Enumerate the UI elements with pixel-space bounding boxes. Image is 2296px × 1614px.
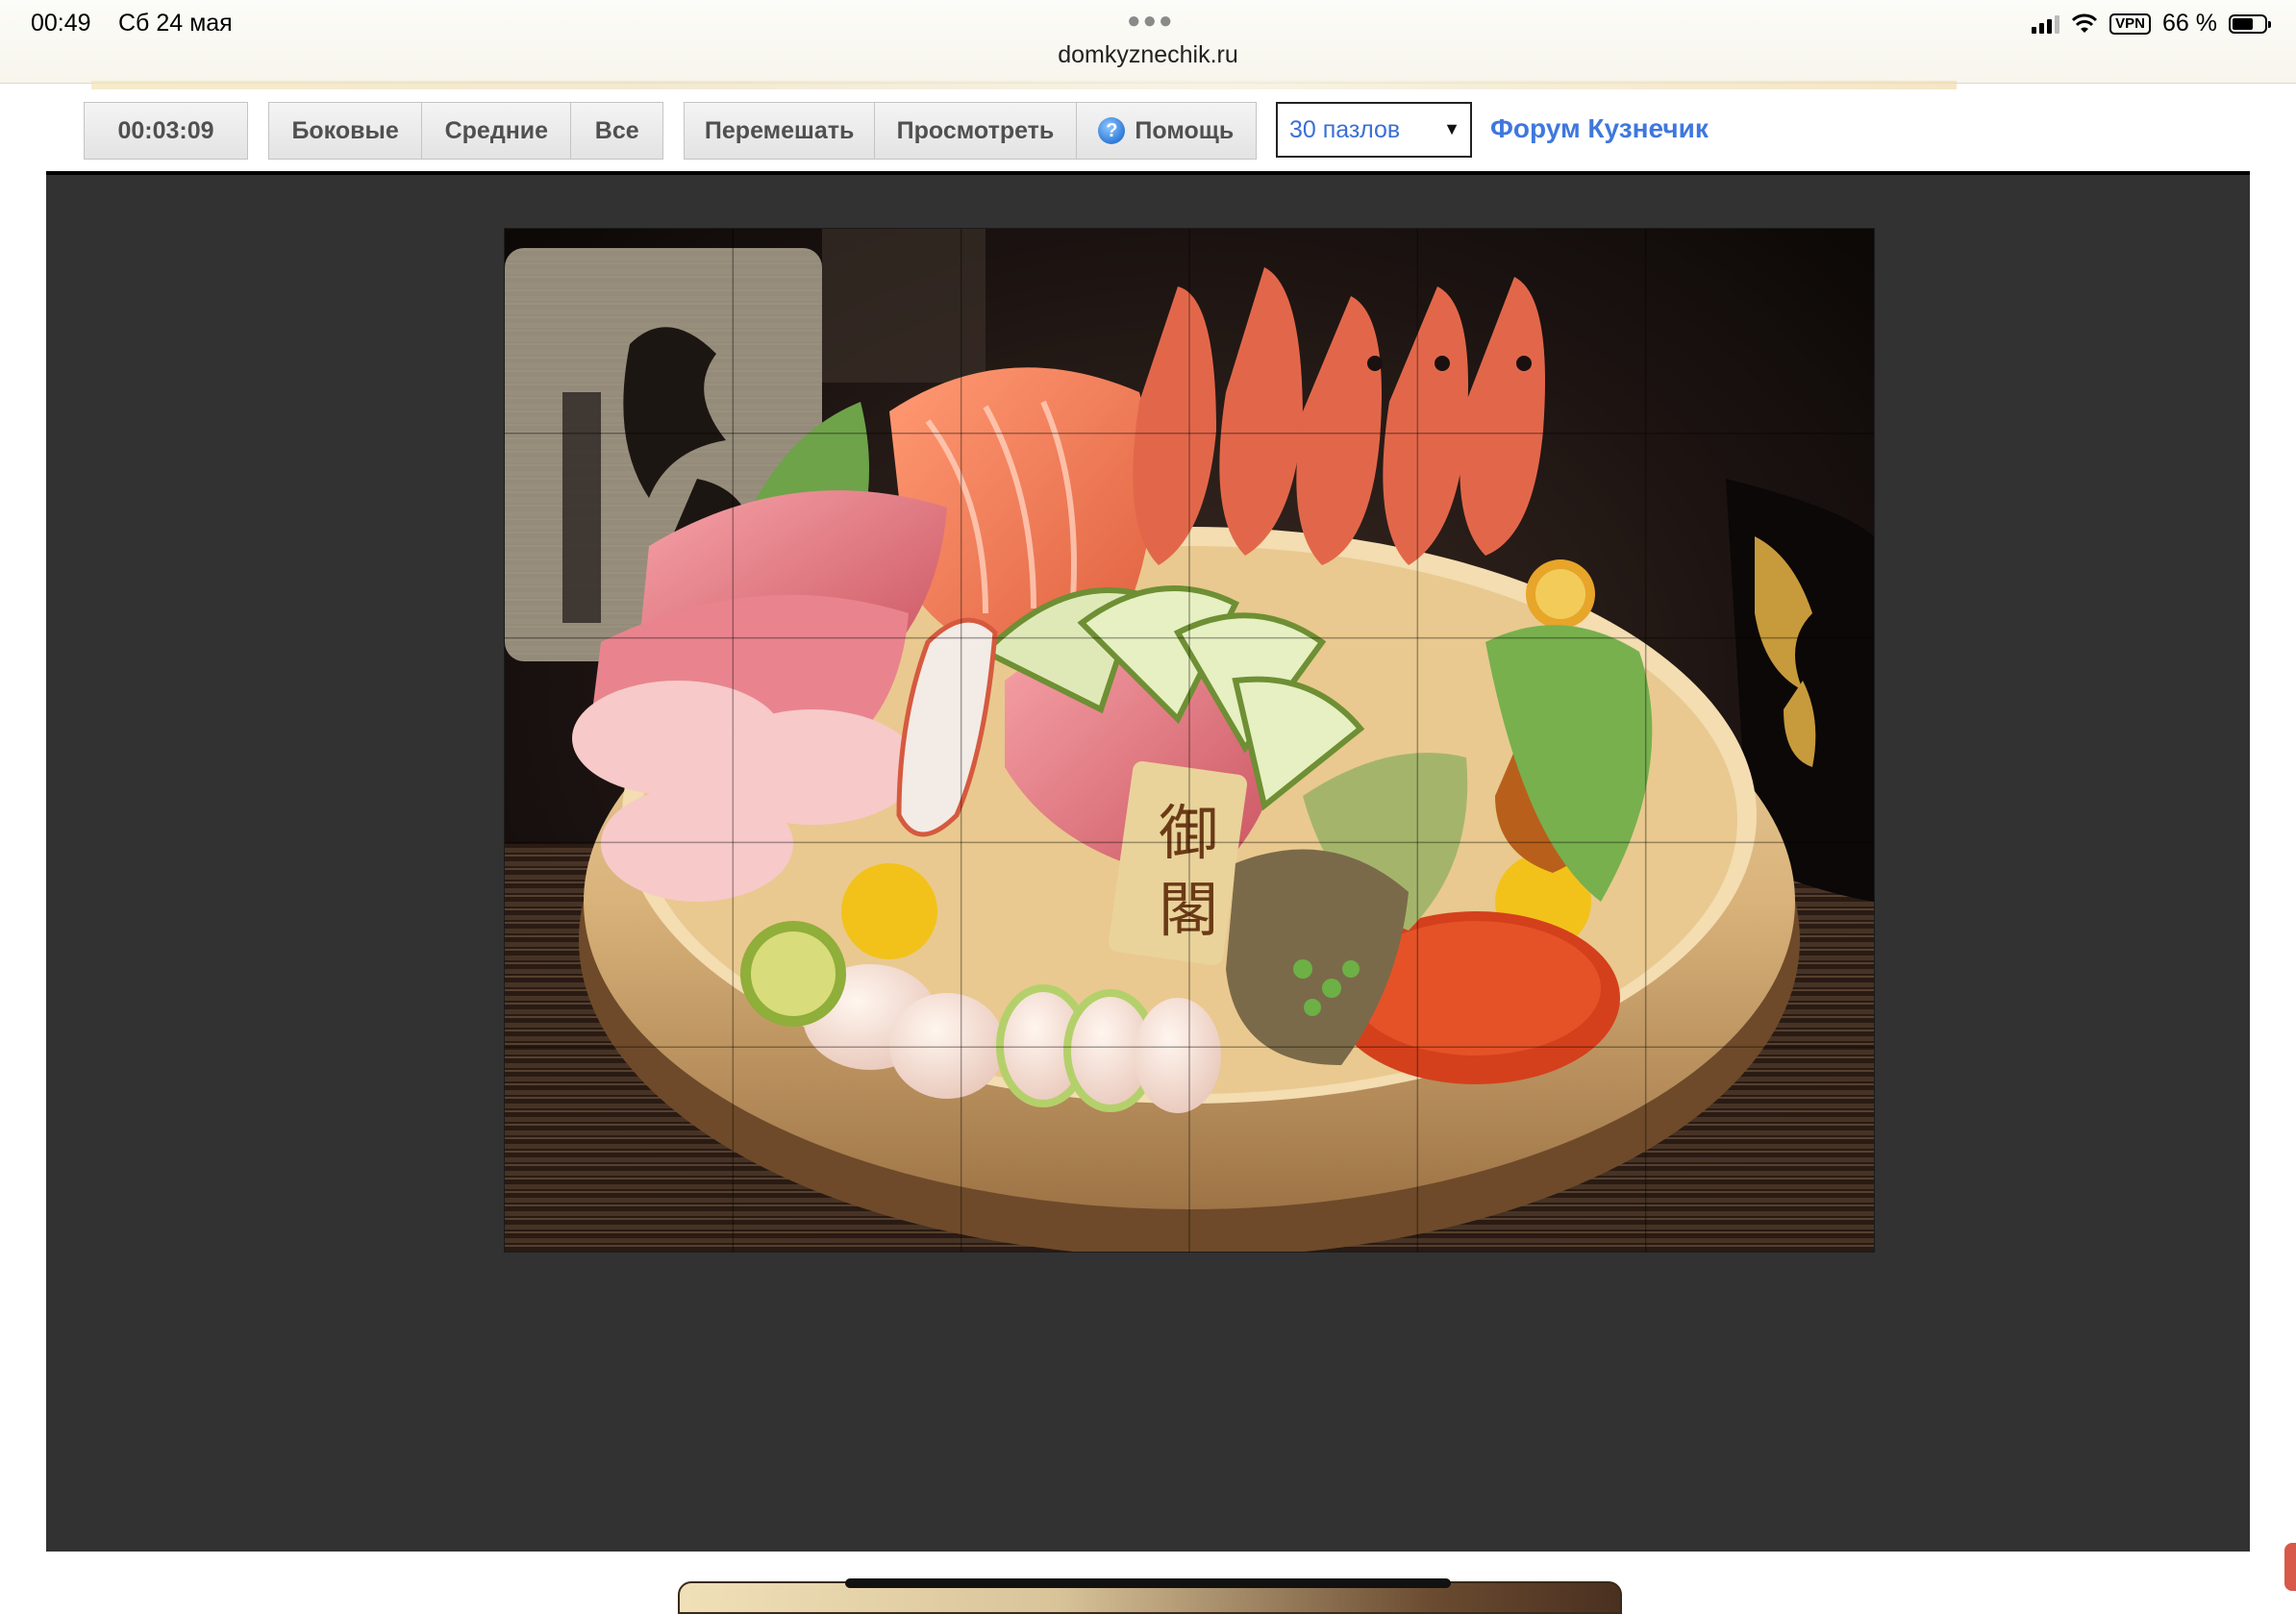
vpn-badge: VPN [2109, 12, 2152, 35]
timer-display: 00:03:09 [84, 102, 248, 160]
puzzle-board[interactable]: 御 閣 [46, 171, 2250, 1552]
more-dots-icon[interactable]: ●●● [1127, 8, 1175, 35]
cellular-signal-icon [2032, 14, 2060, 34]
forum-link[interactable]: Форум Кузнечик [1490, 113, 1709, 144]
battery-fill [2233, 17, 2254, 30]
calligraphy-top: 御 [1159, 798, 1218, 868]
chrysanthemum-left [841, 863, 937, 959]
preview-button[interactable]: Просмотреть [875, 103, 1077, 159]
filter-middle-button[interactable]: Средние [422, 103, 572, 159]
status-indicators: VPN 66 % [2032, 10, 2271, 37]
dropdown-arrow-icon: ▼ [1443, 119, 1460, 138]
puzzle-image[interactable]: 御 閣 [504, 228, 1875, 1253]
filter-edge-button[interactable]: Боковые [269, 103, 423, 159]
sashimi-bowl-picture: 御 閣 [505, 229, 1874, 1252]
battery-percent: 66 % [2162, 10, 2217, 37]
filter-all-button[interactable]: Все [571, 103, 662, 159]
pieces-count-select[interactable]: 30 пазлов ▼ [1276, 102, 1472, 158]
calligraphy-bottom: 閣 [1159, 875, 1218, 945]
home-indicator [845, 1578, 1451, 1588]
shuffle-button[interactable]: Перемешать [685, 103, 876, 159]
help-label: Помощь [1135, 116, 1235, 144]
status-bar: 00:49 Сб 24 мая ●●● domkyznechik.ru VPN … [0, 0, 2296, 89]
pieces-count-value: 30 пазлов [1289, 115, 1401, 143]
side-feedback-tab[interactable] [2284, 1543, 2296, 1591]
help-button[interactable]: ? Помощь [1077, 103, 1256, 159]
action-group: Перемешать Просмотреть ? Помощь [684, 102, 1257, 160]
help-icon: ? [1098, 117, 1126, 144]
address-url[interactable]: domkyznechik.ru [0, 41, 2296, 69]
calamansi-half [1526, 559, 1595, 629]
clock: 00:49 [31, 10, 91, 37]
wifi-icon [2072, 13, 2098, 33]
battery-icon [2229, 13, 2271, 34]
piece-filter-group: Боковые Средние Все [268, 102, 663, 160]
puzzle-toolbar: 00:03:09 Боковые Средние Все Перемешать … [0, 96, 2296, 169]
site-banner-strip [91, 81, 1957, 89]
calamansi-slice [740, 921, 846, 1027]
date: Сб 24 мая [118, 10, 233, 37]
